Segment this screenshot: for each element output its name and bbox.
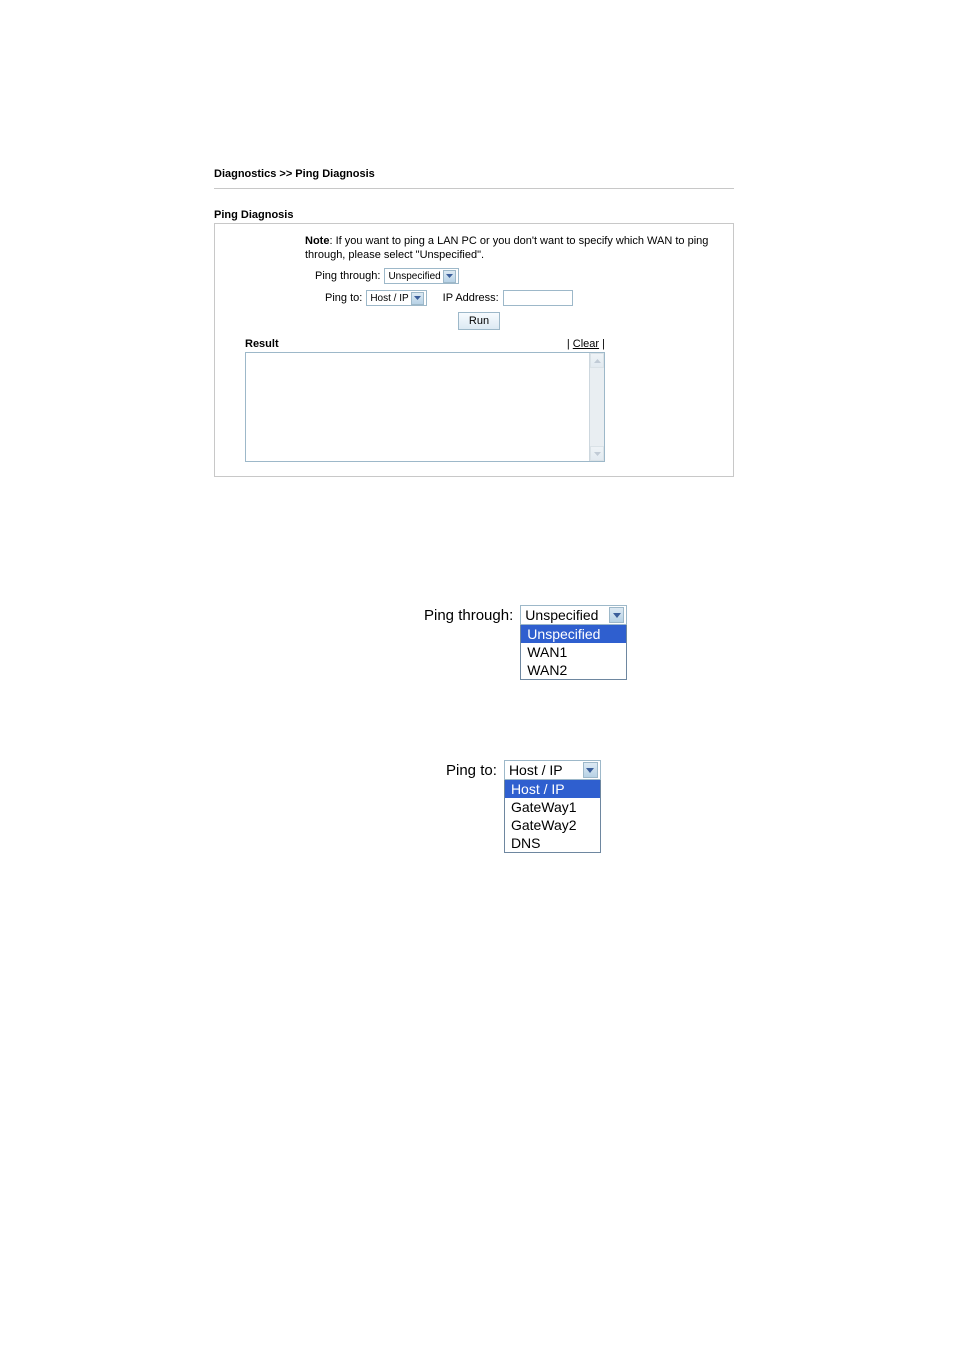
clear-wrap: | Clear |	[567, 338, 605, 350]
ping-through-demo-label: Ping through:	[424, 607, 513, 624]
dropdown-option[interactable]: Unspecified	[521, 625, 626, 643]
chevron-down-icon	[411, 292, 424, 305]
ping-through-demo-value: Unspecified	[525, 607, 607, 623]
ping-through-row: Ping through: Unspecified	[315, 268, 713, 284]
scroll-up-icon[interactable]	[590, 353, 604, 368]
ping-to-value: Host / IP	[370, 293, 408, 304]
dropdown-option[interactable]: DNS	[505, 834, 600, 852]
dropdown-option[interactable]: WAN2	[521, 661, 626, 679]
dropdown-option[interactable]: Host / IP	[505, 780, 600, 798]
result-label: Result	[245, 338, 279, 350]
section-title: Ping Diagnosis	[214, 209, 954, 221]
ping-to-demo-select[interactable]: Host / IP	[504, 760, 601, 780]
breadcrumb: Diagnostics >> Ping Diagnosis	[214, 168, 954, 180]
divider	[214, 188, 734, 189]
ping-to-row: Ping to: Host / IP IP Address:	[325, 290, 713, 306]
ping-to-label: Ping to:	[325, 292, 362, 304]
ping-through-demo-select[interactable]: Unspecified	[520, 605, 627, 625]
ping-to-demo-list[interactable]: Host / IP GateWay1 GateWay2 DNS	[504, 780, 601, 853]
ping-diagnosis-panel: Note: If you want to ping a LAN PC or yo…	[214, 223, 734, 477]
result-header-row: Result | Clear |	[245, 338, 605, 350]
ping-to-demo-label: Ping to:	[446, 762, 497, 779]
ping-through-value: Unspecified	[388, 271, 440, 282]
note-text: Note: If you want to ping a LAN PC or yo…	[305, 234, 713, 262]
ping-through-label: Ping through:	[315, 270, 380, 282]
chevron-down-icon	[583, 762, 598, 778]
scroll-down-icon[interactable]	[590, 446, 604, 461]
chevron-down-icon	[609, 607, 624, 623]
ping-to-dropdown-demo: Ping to: Host / IP Host / IP GateWay1 Ga…	[446, 760, 601, 853]
ping-through-demo-list[interactable]: Unspecified WAN1 WAN2	[520, 625, 627, 680]
note-body: : If you want to ping a LAN PC or you do…	[305, 235, 708, 261]
scrollbar[interactable]	[589, 353, 604, 461]
dropdown-option[interactable]: GateWay1	[505, 798, 600, 816]
result-textarea[interactable]	[245, 352, 605, 462]
note-label: Note	[305, 235, 329, 247]
clear-right: |	[599, 338, 605, 350]
ip-address-label: IP Address:	[443, 292, 499, 304]
chevron-down-icon	[443, 270, 456, 283]
ping-to-demo-value: Host / IP	[509, 762, 581, 778]
ping-to-select[interactable]: Host / IP	[366, 290, 426, 306]
ping-through-dropdown-demo: Ping through: Unspecified Unspecified WA…	[424, 605, 627, 680]
ip-address-input[interactable]	[503, 290, 573, 306]
dropdown-option[interactable]: WAN1	[521, 643, 626, 661]
dropdown-option[interactable]: GateWay2	[505, 816, 600, 834]
ping-through-select[interactable]: Unspecified	[384, 268, 458, 284]
run-button[interactable]: Run	[458, 312, 500, 330]
clear-link[interactable]: Clear	[573, 338, 599, 350]
